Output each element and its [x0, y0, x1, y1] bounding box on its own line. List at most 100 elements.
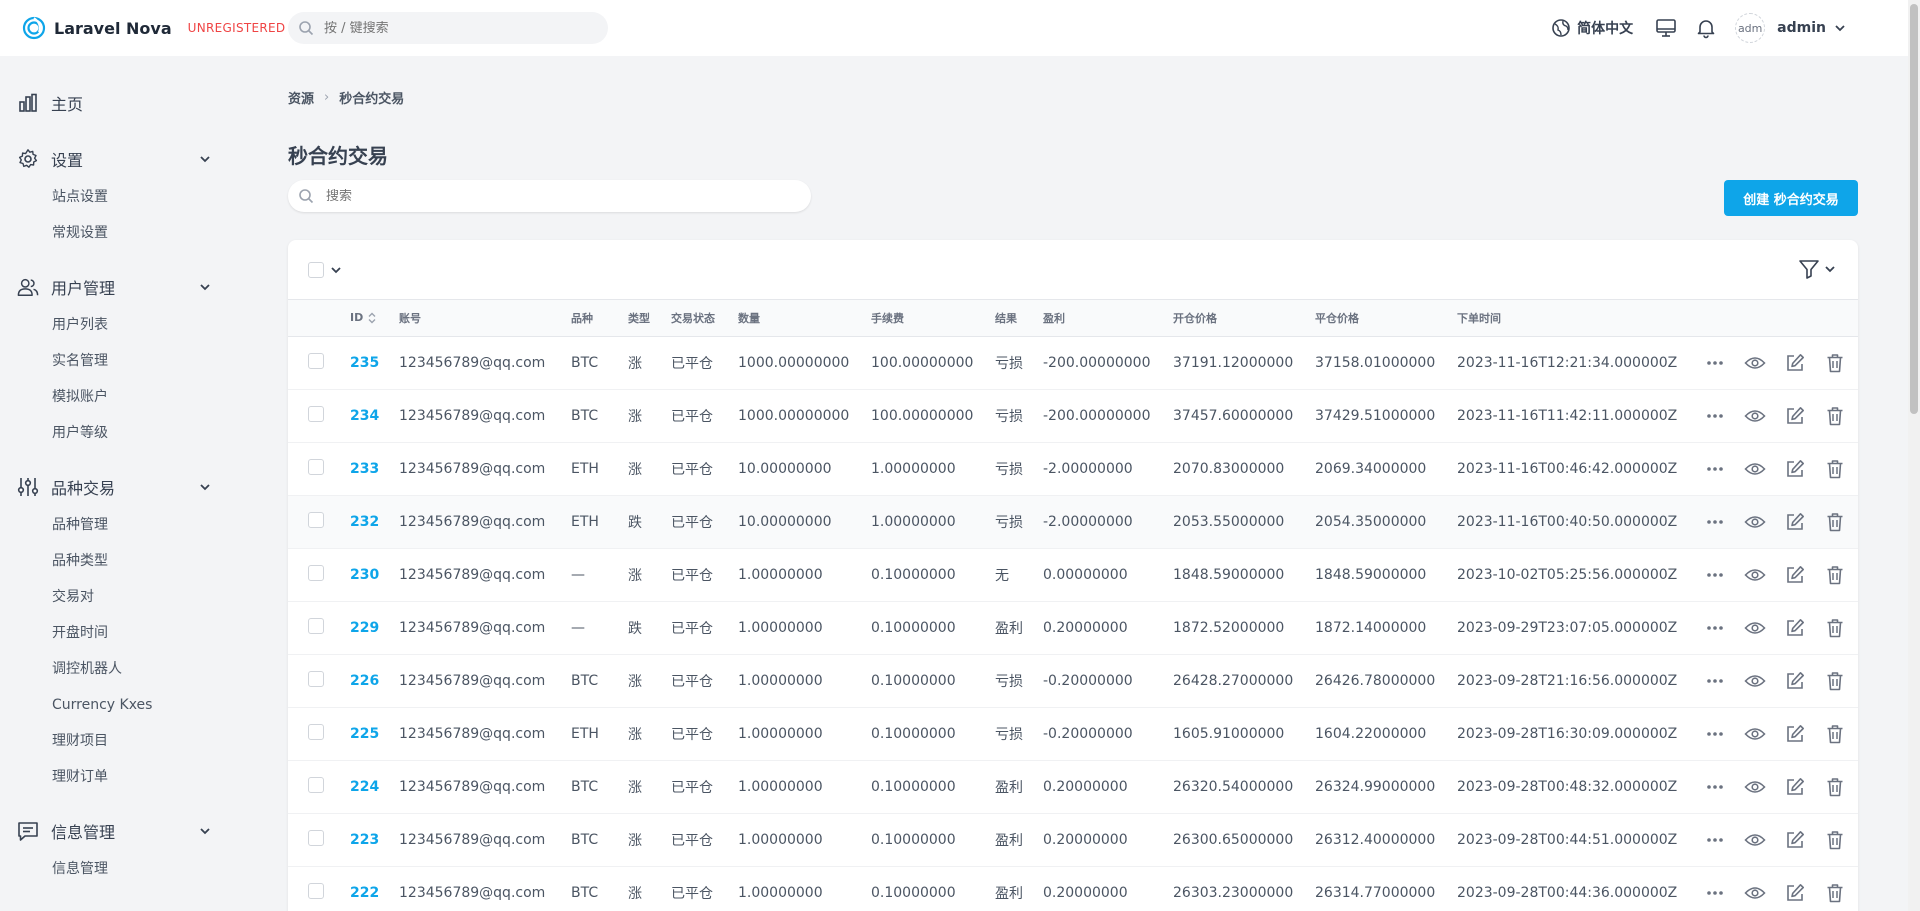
delete-icon[interactable] — [1815, 353, 1855, 373]
delete-icon[interactable] — [1815, 671, 1855, 691]
sidebar-item-wealth-orders[interactable]: 理财订单 — [0, 759, 260, 795]
cell-id[interactable]: 223 — [350, 813, 399, 866]
more-actions-icon[interactable] — [1695, 360, 1735, 366]
more-actions-icon[interactable] — [1695, 519, 1735, 525]
sidebar-group-toggle[interactable]: 信息管理 — [0, 811, 260, 851]
language-switcher[interactable]: 简体中文 — [1551, 18, 1633, 38]
table-row[interactable]: 234 123456789@qq.com BTC 涨 已平仓 1000.00000000 1… — [288, 389, 1858, 442]
edit-icon[interactable] — [1775, 406, 1815, 426]
view-icon[interactable] — [1735, 567, 1775, 583]
scrollbar-thumb[interactable] — [1910, 4, 1918, 414]
select-all-dropdown[interactable] — [308, 261, 342, 278]
view-icon[interactable] — [1735, 726, 1775, 742]
cell-id[interactable]: 226 — [350, 654, 399, 707]
row-checkbox[interactable] — [308, 458, 324, 475]
sidebar-item-kyc[interactable]: 实名管理 — [0, 343, 260, 379]
table-row[interactable]: 230 123456789@qq.com — 涨 已平仓 1.00000000 0.1000… — [288, 548, 1858, 601]
more-actions-icon[interactable] — [1695, 466, 1735, 472]
row-checkbox[interactable] — [308, 564, 324, 581]
sidebar-item-user-list[interactable]: 用户列表 — [0, 307, 260, 343]
edit-icon[interactable] — [1775, 671, 1815, 691]
filter-button[interactable] — [1798, 258, 1836, 280]
edit-icon[interactable] — [1775, 777, 1815, 797]
cell-id[interactable]: 232 — [350, 495, 399, 548]
view-icon[interactable] — [1735, 514, 1775, 530]
row-checkbox[interactable] — [308, 670, 324, 687]
row-checkbox[interactable] — [308, 405, 324, 422]
delete-icon[interactable] — [1815, 512, 1855, 532]
delete-icon[interactable] — [1815, 830, 1855, 850]
view-icon[interactable] — [1735, 832, 1775, 848]
edit-icon[interactable] — [1775, 618, 1815, 638]
sidebar-group-toggle[interactable]: 用户管理 — [0, 267, 260, 307]
view-icon[interactable] — [1735, 461, 1775, 477]
table-row[interactable]: 233 123456789@qq.com ETH 涨 已平仓 10.00000000 1.0… — [288, 442, 1858, 495]
edit-icon[interactable] — [1775, 883, 1815, 903]
sidebar-item-wealth-products[interactable]: 理财项目 — [0, 723, 260, 759]
row-checkbox[interactable] — [308, 882, 324, 899]
table-row[interactable]: 235 123456789@qq.com BTC 涨 已平仓 1000.00000000 1… — [288, 336, 1858, 389]
more-actions-icon[interactable] — [1695, 413, 1735, 419]
more-actions-icon[interactable] — [1695, 731, 1735, 737]
table-row[interactable]: 225 123456789@qq.com ETH 涨 已平仓 1.00000000 0.10… — [288, 707, 1858, 760]
more-actions-icon[interactable] — [1695, 572, 1735, 578]
sidebar-group-toggle[interactable]: 品种交易 — [0, 467, 260, 507]
select-all-checkbox[interactable] — [308, 261, 324, 278]
delete-icon[interactable] — [1815, 777, 1855, 797]
sidebar-item-home[interactable]: 主页 — [0, 83, 260, 123]
table-row[interactable]: 223 123456789@qq.com BTC 涨 已平仓 1.00000000 0.10… — [288, 813, 1858, 866]
delete-icon[interactable] — [1815, 565, 1855, 585]
cell-id[interactable]: 229 — [350, 601, 399, 654]
sidebar-item-trading-pairs[interactable]: 交易对 — [0, 579, 260, 615]
table-row[interactable]: 229 123456789@qq.com — 跌 已平仓 1.00000000 0.1000… — [288, 601, 1858, 654]
more-actions-icon[interactable] — [1695, 837, 1735, 843]
view-icon[interactable] — [1735, 885, 1775, 901]
cell-id[interactable]: 222 — [350, 866, 399, 911]
edit-icon[interactable] — [1775, 353, 1815, 373]
edit-icon[interactable] — [1775, 724, 1815, 744]
resource-search[interactable] — [288, 180, 811, 212]
notifications-button[interactable] — [1695, 17, 1717, 39]
table-row[interactable]: 224 123456789@qq.com BTC 涨 已平仓 1.00000000 0.10… — [288, 760, 1858, 813]
table-row[interactable]: 232 123456789@qq.com ETH 跌 已平仓 10.00000000 1.0… — [288, 495, 1858, 548]
brand[interactable]: Laravel Nova UNREGISTERED — [22, 16, 285, 40]
view-icon[interactable] — [1735, 673, 1775, 689]
delete-icon[interactable] — [1815, 459, 1855, 479]
cell-id[interactable]: 233 — [350, 442, 399, 495]
view-icon[interactable] — [1735, 355, 1775, 371]
theme-toggle[interactable] — [1655, 17, 1677, 39]
edit-icon[interactable] — [1775, 565, 1815, 585]
cell-id[interactable]: 234 — [350, 389, 399, 442]
sidebar-item-symbol-types[interactable]: 品种类型 — [0, 543, 260, 579]
sidebar-item-site-settings[interactable]: 站点设置 — [0, 179, 260, 215]
sidebar-item-demo-accounts[interactable]: 模拟账户 — [0, 379, 260, 415]
resource-search-input[interactable] — [326, 188, 766, 204]
row-checkbox[interactable] — [308, 723, 324, 740]
edit-icon[interactable] — [1775, 512, 1815, 532]
sidebar-item-user-levels[interactable]: 用户等级 — [0, 415, 260, 451]
create-button[interactable]: 创建 秒合约交易 — [1724, 180, 1858, 216]
table-row[interactable]: 226 123456789@qq.com BTC 涨 已平仓 1.00000000 0.10… — [288, 654, 1858, 707]
sidebar-group-toggle[interactable]: 设置 — [0, 139, 260, 179]
row-checkbox[interactable] — [308, 511, 324, 528]
sidebar-item-general-settings[interactable]: 常规设置 — [0, 215, 260, 251]
global-search[interactable] — [288, 12, 608, 44]
sidebar-item-symbols[interactable]: 品种管理 — [0, 507, 260, 543]
view-icon[interactable] — [1735, 620, 1775, 636]
sidebar-item-market-hours[interactable]: 开盘时间 — [0, 615, 260, 651]
delete-icon[interactable] — [1815, 406, 1855, 426]
cell-id[interactable]: 225 — [350, 707, 399, 760]
view-icon[interactable] — [1735, 779, 1775, 795]
edit-icon[interactable] — [1775, 459, 1815, 479]
more-actions-icon[interactable] — [1695, 625, 1735, 631]
delete-icon[interactable] — [1815, 618, 1855, 638]
sidebar-item-currency-kxes[interactable]: Currency Kxes — [0, 687, 260, 723]
more-actions-icon[interactable] — [1695, 678, 1735, 684]
row-checkbox[interactable] — [308, 352, 324, 369]
cell-id[interactable]: 224 — [350, 760, 399, 813]
delete-icon[interactable] — [1815, 883, 1855, 903]
table-row[interactable]: 222 123456789@qq.com BTC 涨 已平仓 1.00000000 0.10… — [288, 866, 1858, 911]
cell-id[interactable]: 235 — [350, 336, 399, 389]
breadcrumb-root[interactable]: 资源 — [288, 88, 314, 107]
page-scrollbar[interactable] — [1908, 0, 1920, 911]
